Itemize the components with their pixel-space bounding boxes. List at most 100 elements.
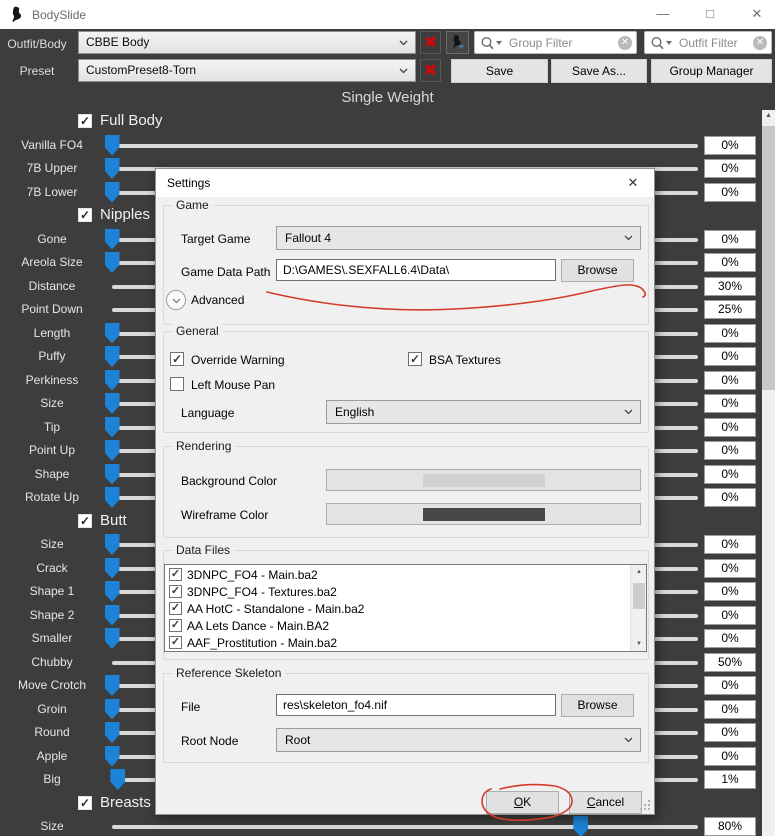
slider-thumb[interactable] xyxy=(573,816,588,836)
checkbox[interactable]: ✓ xyxy=(169,585,182,598)
group-checkbox[interactable]: ✓ xyxy=(78,208,92,222)
slider-track[interactable] xyxy=(112,144,698,148)
scroll-down-icon[interactable]: ▼ xyxy=(631,641,647,647)
bsa-textures-checkbox[interactable]: ✓ xyxy=(408,352,422,366)
slider-value[interactable]: 0% xyxy=(704,159,756,178)
group-filter-input[interactable] xyxy=(509,33,616,52)
list-item[interactable]: ✓3DNPC_FO4 - Textures.ba2 xyxy=(165,583,630,600)
checkbox[interactable]: ✓ xyxy=(169,619,182,632)
slider-value[interactable]: 0% xyxy=(704,723,756,742)
slider-thumb[interactable] xyxy=(105,417,120,438)
delete-preset-button[interactable]: ✖ xyxy=(420,59,441,82)
maximize-button[interactable]: □ xyxy=(690,0,730,29)
slider-thumb[interactable] xyxy=(105,605,120,626)
slider-thumb[interactable] xyxy=(105,158,120,179)
language-dropdown[interactable]: English xyxy=(326,400,641,424)
left-mouse-pan-label[interactable]: Left Mouse Pan xyxy=(191,378,275,392)
slider-thumb[interactable] xyxy=(105,675,120,696)
slider-value[interactable]: 0% xyxy=(704,747,756,766)
save-button[interactable]: Save xyxy=(451,59,548,83)
list-scrollbar[interactable]: ▲ ▼ xyxy=(630,565,646,651)
scroll-up-icon[interactable]: ▲ xyxy=(762,112,775,119)
outfit-dropdown[interactable]: CBBE Body xyxy=(78,31,416,54)
slider-value[interactable]: 30% xyxy=(704,277,756,296)
root-node-dropdown[interactable]: Root xyxy=(276,728,641,752)
scroll-up-icon[interactable]: ▲ xyxy=(631,569,647,575)
clear-outfit-filter-icon[interactable]: ✕ xyxy=(753,36,767,50)
override-warning-label[interactable]: Override Warning xyxy=(191,353,285,367)
save-as-button[interactable]: Save As... xyxy=(551,59,647,83)
dialog-close-icon[interactable]: ✕ xyxy=(620,173,646,194)
slider-value[interactable]: 0% xyxy=(704,582,756,601)
slider-value[interactable]: 1% xyxy=(704,770,756,789)
slider-value[interactable]: 0% xyxy=(704,606,756,625)
slider-thumb[interactable] xyxy=(105,229,120,250)
list-item[interactable]: ✓AAF_Prostitution - Main.ba2 xyxy=(165,634,630,651)
game-data-path-input[interactable] xyxy=(276,259,556,281)
target-game-dropdown[interactable]: Fallout 4 xyxy=(276,226,641,250)
slider-value[interactable]: 0% xyxy=(704,700,756,719)
slider-thumb[interactable] xyxy=(105,558,120,579)
list-item[interactable]: ✓AA HotC - Standalone - Main.ba2 xyxy=(165,600,630,617)
background-color-button[interactable] xyxy=(326,469,641,491)
group-checkbox[interactable]: ✓ xyxy=(78,796,92,810)
slider-value[interactable]: 0% xyxy=(704,488,756,507)
browse-skeleton-button[interactable]: Browse xyxy=(561,694,634,717)
slider-thumb[interactable] xyxy=(105,135,120,156)
slider-thumb[interactable] xyxy=(105,182,120,203)
slider-thumb[interactable] xyxy=(105,440,120,461)
cancel-button[interactable]: Cancel xyxy=(569,791,642,814)
ok-button[interactable]: OK xyxy=(486,791,559,814)
slider-value[interactable]: 0% xyxy=(704,418,756,437)
scrollbar-thumb[interactable] xyxy=(762,126,775,390)
data-files-list[interactable]: ✓3DNPC_FO4 - Main.ba2✓3DNPC_FO4 - Textur… xyxy=(164,564,647,652)
slider-value[interactable]: 0% xyxy=(704,535,756,554)
slider-thumb[interactable] xyxy=(105,746,120,767)
slider-thumb[interactable] xyxy=(105,581,120,602)
override-warning-checkbox[interactable]: ✓ xyxy=(170,352,184,366)
close-button[interactable]: ✕ xyxy=(737,0,775,29)
group-checkbox[interactable]: ✓ xyxy=(78,514,92,528)
list-item[interactable]: ✓3DNPC_FO4 - Main.ba2 xyxy=(165,566,630,583)
list-scrollbar-thumb[interactable] xyxy=(633,583,645,609)
slider-value[interactable]: 0% xyxy=(704,394,756,413)
main-scrollbar[interactable]: ▲ xyxy=(762,110,775,836)
slider-thumb[interactable] xyxy=(105,534,120,555)
resize-grip[interactable] xyxy=(640,800,651,811)
slider-value[interactable]: 0% xyxy=(704,230,756,249)
browse-data-path-button[interactable]: Browse xyxy=(561,259,634,282)
slider-value[interactable]: 0% xyxy=(704,371,756,390)
slider-value[interactable]: 0% xyxy=(704,183,756,202)
slider-value[interactable]: 0% xyxy=(704,629,756,648)
slider-value[interactable]: 0% xyxy=(704,676,756,695)
preset-dropdown[interactable]: CustomPreset8-Torn xyxy=(78,59,416,82)
minimize-button[interactable]: — xyxy=(643,0,683,29)
list-item[interactable]: ✓AA Lets Dance - Main.BA2 xyxy=(165,617,630,634)
group-manager-button[interactable]: Group Manager xyxy=(651,59,772,83)
slider-value[interactable]: 0% xyxy=(704,136,756,155)
slider-thumb[interactable] xyxy=(105,346,120,367)
left-mouse-pan-checkbox[interactable] xyxy=(170,377,184,391)
slider-value[interactable]: 0% xyxy=(704,347,756,366)
slider-value[interactable]: 0% xyxy=(704,441,756,460)
slider-value[interactable]: 0% xyxy=(704,253,756,272)
wireframe-color-button[interactable] xyxy=(326,503,641,525)
slider-thumb[interactable] xyxy=(105,628,120,649)
group-checkbox[interactable]: ✓ xyxy=(78,114,92,128)
slider-thumb[interactable] xyxy=(105,464,120,485)
clear-group-filter-icon[interactable]: ✕ xyxy=(618,36,632,50)
slider-thumb[interactable] xyxy=(105,323,120,344)
checkbox[interactable]: ✓ xyxy=(169,636,182,649)
slider-value[interactable]: 50% xyxy=(704,653,756,672)
slider-value[interactable]: 80% xyxy=(704,817,756,836)
checkbox[interactable]: ✓ xyxy=(169,568,182,581)
slider-value[interactable]: 0% xyxy=(704,324,756,343)
advanced-expander[interactable] xyxy=(166,290,186,310)
delete-outfit-button[interactable]: ✖ xyxy=(420,31,441,54)
slider-thumb[interactable] xyxy=(105,370,120,391)
slider-value[interactable]: 25% xyxy=(704,300,756,319)
slider-thumb[interactable] xyxy=(105,252,120,273)
slider-value[interactable]: 0% xyxy=(704,559,756,578)
slider-thumb[interactable] xyxy=(105,699,120,720)
slider-thumb[interactable] xyxy=(105,487,120,508)
